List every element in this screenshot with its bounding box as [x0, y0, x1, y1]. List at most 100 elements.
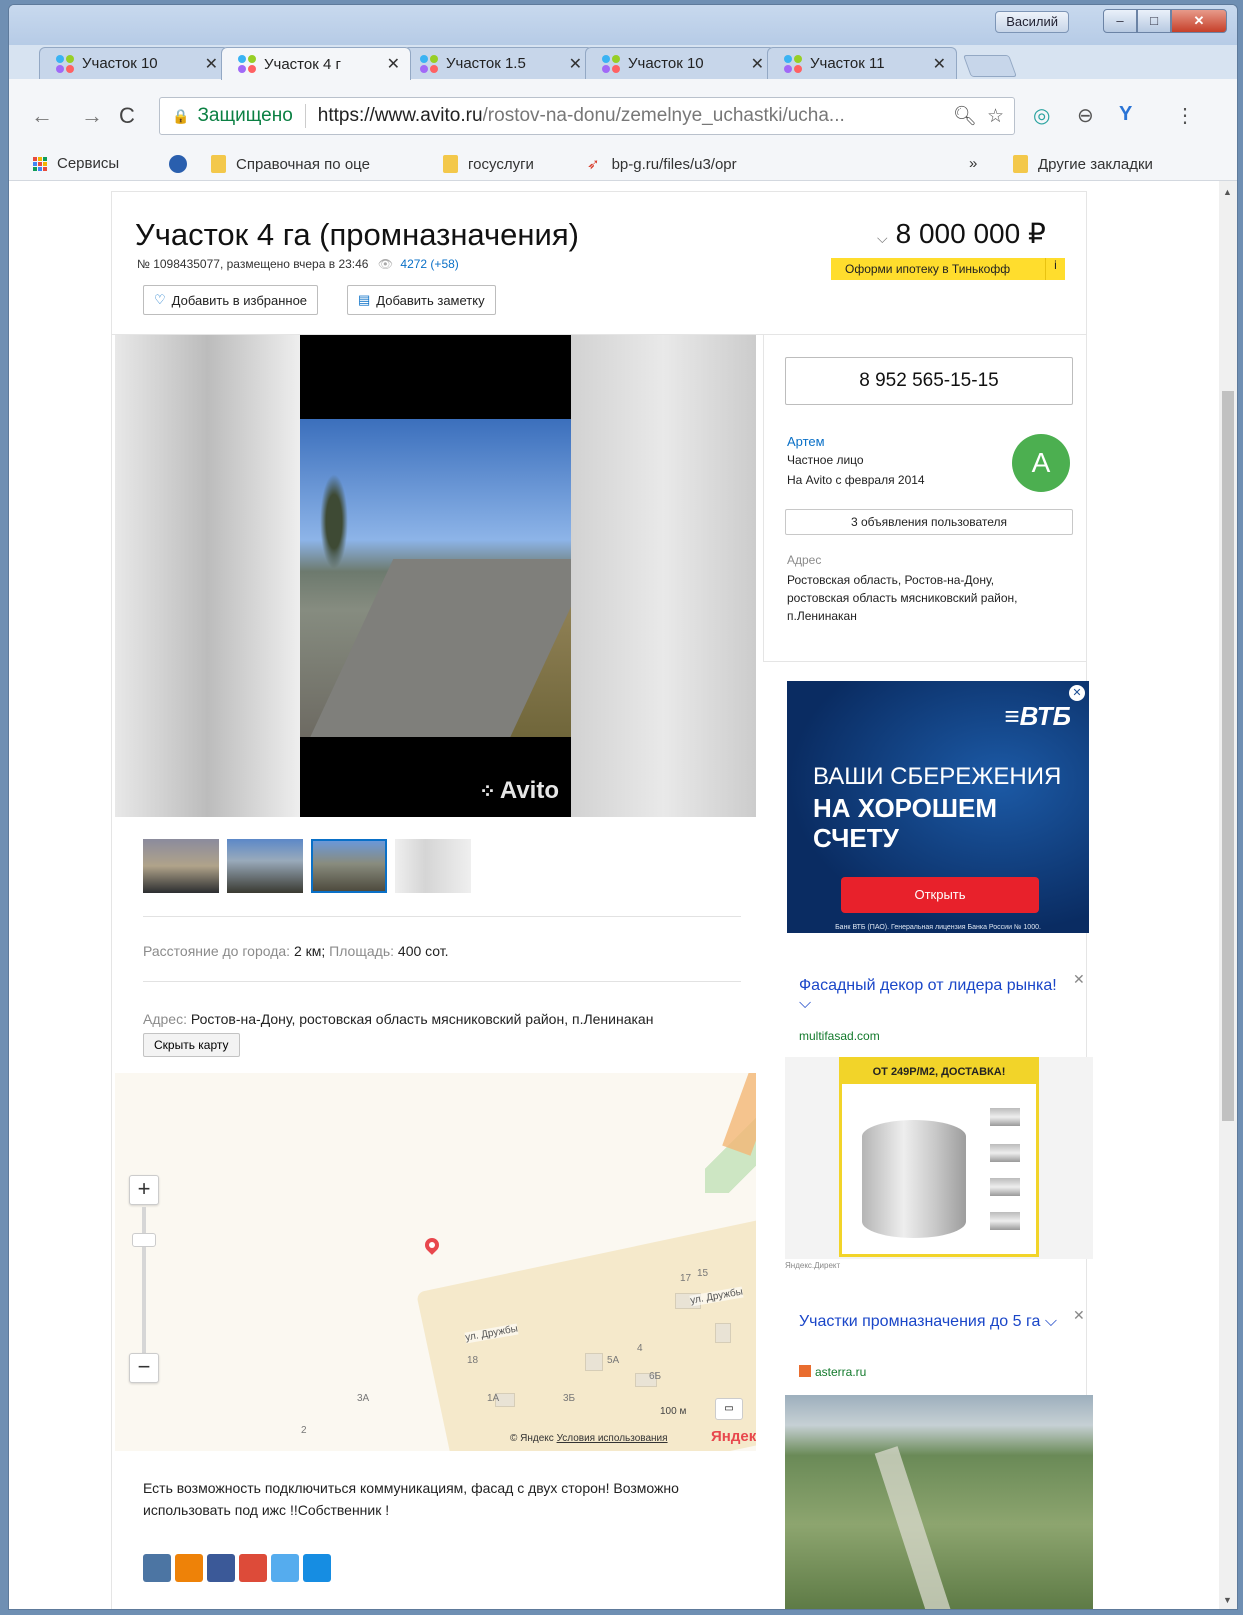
google-share-icon[interactable] [239, 1554, 267, 1582]
avito-favicon-icon [784, 54, 802, 73]
new-tab-button[interactable] [962, 55, 1018, 77]
chevron-down-icon: ⌵ [877, 230, 888, 246]
main-photo[interactable]: ⁘ Avito [300, 335, 571, 817]
vtb-open-button[interactable]: Открыть [841, 877, 1039, 913]
ruler-icon[interactable]: ▭ [715, 1398, 743, 1420]
photo-thumbnail-selected[interactable] [311, 839, 387, 893]
tab-close-icon[interactable]: ✕ [387, 54, 400, 74]
watermark-text: Avito [499, 777, 559, 804]
info-icon[interactable]: i [1045, 258, 1065, 280]
minimize-button[interactable]: – [1103, 9, 1137, 33]
ad2-title-link[interactable]: Участки промназначения до 5 га ⌵ [799, 1313, 1059, 1331]
tab-1[interactable]: Участок 10 ✕ [39, 47, 229, 79]
ad1-title-link[interactable]: Фасадный декор от лидера рынка! ⌵ [799, 977, 1059, 1013]
seller-type: Частное лицо [787, 453, 864, 467]
listing-meta: № 1098435077, размещено вчера в 23:46 👁︎… [137, 257, 459, 271]
views-count[interactable]: 4272 (+58) [400, 257, 458, 271]
vertical-scrollbar[interactable]: ▲ ▼ [1219, 181, 1237, 1609]
bookmark-item-3[interactable]: ➶ bp-g.ru/files/u3/opr [587, 155, 737, 174]
other-bookmarks[interactable]: Другие закладки [1013, 155, 1153, 173]
tab-2-active[interactable]: Участок 4 г ✕ [221, 47, 411, 80]
bookmark-favicon[interactable] [169, 155, 187, 173]
close-icon[interactable]: ✕ [1069, 685, 1085, 701]
ad2-domain[interactable]: asterra.ru [799, 1365, 866, 1379]
yandex-logo[interactable]: Яндекс [711, 1428, 756, 1445]
facebook-share-icon[interactable] [207, 1554, 235, 1582]
address-bar[interactable]: 🔒 Защищено https://www.avito.ru /rostov-… [159, 97, 1015, 135]
bookmark-apps[interactable]: Сервисы [33, 155, 119, 172]
add-note-button[interactable]: ▤ Добавить заметку [347, 285, 496, 315]
sidebar-separator [763, 335, 764, 661]
avatar[interactable]: А [1012, 434, 1070, 492]
bookmark-label: bp-g.ru/files/u3/opr [611, 155, 737, 173]
tab-3[interactable]: Участок 1.5 ✕ [403, 47, 593, 79]
bookmark-item-2[interactable]: госуслуги [443, 155, 534, 173]
param-label: Площадь: [329, 943, 395, 959]
phone-button[interactable]: 8 952 565-15-15 [785, 357, 1073, 405]
house-number: 3А [357, 1393, 370, 1404]
close-icon[interactable]: ✕ [1073, 1307, 1085, 1324]
scroll-up-icon[interactable]: ▲ [1223, 187, 1232, 197]
vk-share-icon[interactable] [143, 1554, 171, 1582]
mail-share-icon[interactable] [303, 1554, 331, 1582]
yandex-map[interactable]: ул. Дружбы ул. Дружбы 17 15 18 4 5А 6Б 3… [115, 1073, 756, 1451]
ad1-frame: ОТ 249Р/М2, ДОСТАВКА! [839, 1057, 1039, 1257]
price[interactable]: ⌵ 8 000 000 ₽ [877, 217, 1046, 250]
ad2-aerial-photo[interactable] [785, 1395, 1093, 1609]
ad1-domain[interactable]: multifasad.com [799, 1029, 880, 1043]
add-favorite-button[interactable]: ♡ Добавить в избранное [143, 285, 319, 315]
seller-name-link[interactable]: Артем [787, 434, 825, 449]
zoom-in-button[interactable]: + [129, 1175, 159, 1205]
twitter-share-icon[interactable] [271, 1554, 299, 1582]
tab-title: Участок 11 [810, 55, 885, 72]
ok-share-icon[interactable] [175, 1554, 203, 1582]
photo-gallery[interactable]: ⁘ Avito [115, 335, 756, 817]
tab-5[interactable]: Участок 11 ✕ [767, 47, 957, 79]
ad1-image[interactable]: ОТ 249Р/М2, ДОСТАВКА! [785, 1057, 1093, 1259]
listing-number-date: № 1098435077, размещено вчера в 23:46 [137, 257, 369, 271]
zoom-slider-track[interactable] [142, 1207, 146, 1353]
yandex-direct-label[interactable]: Яндекс.Директ [785, 1261, 840, 1270]
photo-thumbnail[interactable] [227, 839, 303, 893]
mortgage-button[interactable]: Оформи ипотеку в Тинькофф i [831, 258, 1065, 280]
back-arrow-icon[interactable]: ← [31, 103, 53, 129]
vtb-banner-ad[interactable]: ≡ВТБ ✕ ВАШИ СБЕРЕЖЕНИЯ НА ХОРОШЕМ СЧЕТУ … [787, 681, 1089, 933]
photo-thumbnail[interactable] [143, 839, 219, 893]
site-favicon-icon [799, 1365, 811, 1377]
menu-kebab-icon[interactable]: ⋮ [1175, 103, 1195, 128]
bookmark-star-icon[interactable]: ☆ [987, 105, 1004, 128]
tab-4[interactable]: Участок 10 ✕ [585, 47, 775, 79]
extension-icon[interactable]: ⊖ [1077, 103, 1094, 128]
zoom-out-button[interactable]: − [129, 1353, 159, 1383]
tab-close-icon[interactable]: ✕ [205, 54, 218, 74]
tab-close-icon[interactable]: ✕ [751, 54, 764, 74]
map-building [585, 1353, 603, 1371]
house-number: 18 [467, 1355, 479, 1366]
photo-thumbnail[interactable] [395, 839, 471, 893]
ad1-banner: ОТ 249Р/М2, ДОСТАВКА! [842, 1060, 1036, 1084]
tab-close-icon[interactable]: ✕ [933, 54, 946, 74]
zoom-icon[interactable]: 🔍︎ [953, 104, 977, 128]
terms-link[interactable]: Условия использования [557, 1433, 668, 1444]
lock-icon: 🔒 [172, 107, 190, 124]
close-window-button[interactable]: ✕ [1171, 9, 1227, 33]
user-ads-button[interactable]: 3 объявления пользователя [785, 509, 1073, 535]
forward-arrow-icon[interactable]: → [81, 103, 103, 129]
hide-map-button[interactable]: Скрыть карту [143, 1033, 240, 1057]
maximize-button[interactable]: □ [1137, 9, 1171, 33]
close-icon[interactable]: ✕ [1073, 971, 1085, 988]
listing-params: Расстояние до города: 2 км; Площадь: 400… [143, 943, 449, 959]
profile-button[interactable]: Василий [995, 11, 1069, 33]
extension-icon[interactable]: Y [1119, 103, 1132, 126]
scroll-down-icon[interactable]: ▼ [1223, 1595, 1232, 1605]
seller-address: Ростовская область, Ростов-на-Дону, рост… [787, 573, 1018, 623]
scroll-thumb[interactable] [1222, 391, 1234, 1121]
apps-grid-icon [33, 156, 47, 171]
zoom-slider-handle[interactable] [132, 1233, 156, 1247]
extension-icon[interactable]: ◎ [1033, 103, 1050, 128]
reload-icon[interactable]: C [119, 103, 135, 129]
location-pin-icon[interactable] [422, 1235, 442, 1255]
bookmarks-overflow[interactable]: » [969, 155, 977, 172]
bookmark-item-1[interactable]: Справочная по оце [211, 155, 370, 173]
tab-close-icon[interactable]: ✕ [569, 54, 582, 74]
